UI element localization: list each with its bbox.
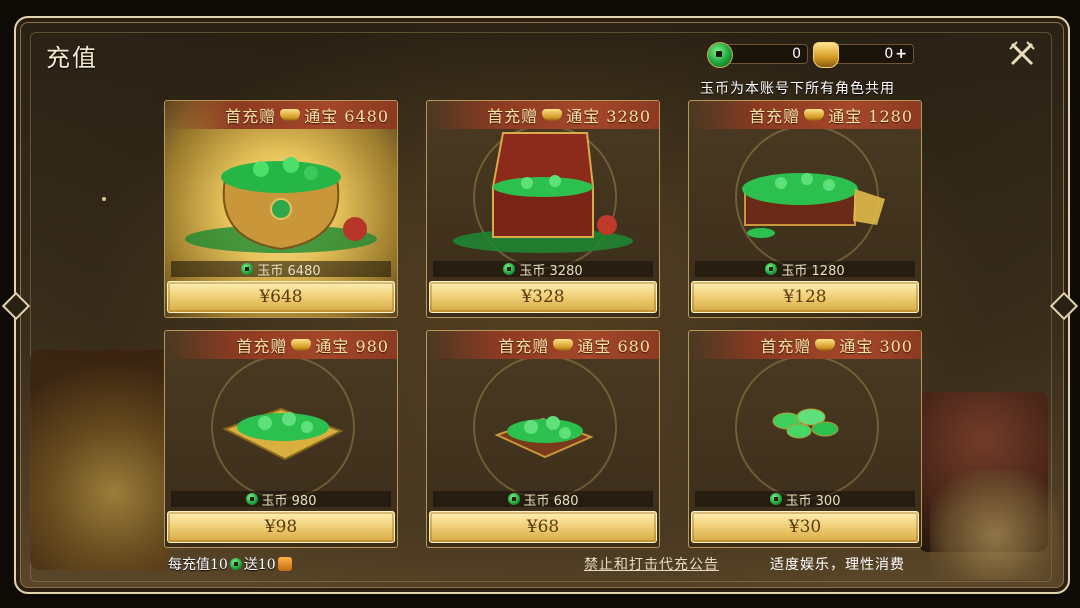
healthy-gaming-advice: 适度娱乐，理性消费 — [770, 557, 905, 573]
first-recharge-banner: 首充赠 通宝 6480 — [165, 101, 397, 129]
bonus-amount: 通宝 3280 — [566, 107, 651, 126]
jade-amount: 玉币 1280 — [695, 261, 915, 279]
ingot-icon — [280, 109, 301, 121]
ingot-icon — [542, 109, 563, 121]
window-title: 充值 — [46, 44, 98, 72]
promo-text-a: 每充值10 — [168, 557, 228, 573]
jade-coin-icon — [229, 558, 242, 570]
ingot-balance-value: 0 — [884, 46, 894, 62]
jade-coin-icon — [707, 42, 733, 68]
jade-coin-icon — [507, 493, 520, 505]
package-card-3280[interactable]: 首充赠 通宝 3280 玉币 3280 ¥328 — [426, 100, 660, 318]
first-recharge-banner: 首充赠 通宝 300 — [689, 331, 921, 359]
recharge-promo: 每充值10 送10 — [168, 554, 292, 574]
sparkle-dot — [102, 197, 106, 201]
ingot-icon — [815, 339, 836, 351]
jade-coin-icon — [245, 493, 258, 505]
buy-button-68[interactable]: ¥68 — [429, 511, 657, 543]
add-ingot-button[interactable]: + — [895, 46, 907, 62]
bonus-amount: 通宝 980 — [315, 337, 389, 356]
bonus-prefix: 首充赠 — [760, 337, 812, 356]
bonus-amount: 通宝 680 — [577, 337, 651, 356]
bonus-prefix: 首充赠 — [749, 107, 801, 126]
ingot-icon — [553, 339, 574, 351]
buy-button-128[interactable]: ¥128 — [691, 281, 919, 313]
background-treasure-chest-left — [30, 350, 170, 570]
jade-coin-icon — [503, 263, 516, 275]
first-recharge-banner: 首充赠 通宝 3280 — [427, 101, 659, 129]
buy-button-98[interactable]: ¥98 — [167, 511, 395, 543]
first-recharge-banner: 首充赠 通宝 1280 — [689, 101, 921, 129]
jade-amount: 玉币 3280 — [433, 261, 653, 279]
jade-coin-icon — [765, 263, 778, 275]
gold-ingot-icon — [813, 42, 839, 68]
treasure-chest-image — [453, 132, 633, 253]
coin-box-image — [742, 173, 885, 238]
jade-balance-value: 0 — [792, 46, 801, 62]
ingot-balance[interactable]: 0 + — [813, 42, 914, 68]
few-coins-image — [772, 408, 839, 439]
jade-balance: 0 — [707, 42, 808, 68]
jade-amount: 玉币 980 — [171, 491, 391, 509]
jade-amount: 玉币 680 — [433, 491, 653, 509]
bonus-amount: 通宝 300 — [839, 337, 913, 356]
jade-pot-image — [185, 157, 377, 253]
package-card-6480[interactable]: 首充赠 通宝 6480 玉币 6480 ¥648 — [164, 100, 398, 318]
bonus-prefix: 首充赠 — [498, 337, 550, 356]
ingot-icon — [804, 109, 825, 121]
buy-button-328[interactable]: ¥328 — [429, 281, 657, 313]
jade-amount: 玉币 6480 — [171, 261, 391, 279]
coin-tray-image — [494, 416, 594, 459]
ingot-icon — [291, 339, 312, 351]
bonus-prefix: 首充赠 — [236, 337, 288, 356]
background-coins-right — [930, 470, 1060, 580]
package-card-300[interactable]: 首充赠 通宝 300 玉币 300 ¥30 — [688, 330, 922, 548]
bonus-amount: 通宝 6480 — [304, 107, 389, 126]
buy-button-648[interactable]: ¥648 — [167, 281, 395, 313]
bonus-prefix: 首充赠 — [225, 107, 277, 126]
promo-text-b: 送10 — [243, 557, 276, 573]
first-recharge-banner: 首充赠 通宝 980 — [165, 331, 397, 359]
package-card-680[interactable]: 首充赠 通宝 680 玉币 680 ¥68 — [426, 330, 660, 548]
anti-proxy-recharge-notice-link[interactable]: 禁止和打击代充公告 — [584, 554, 719, 574]
gift-icon — [277, 557, 292, 571]
close-icon[interactable] — [1008, 40, 1036, 68]
bonus-prefix: 首充赠 — [487, 107, 539, 126]
jade-coin-icon — [241, 263, 254, 275]
buy-button-30[interactable]: ¥30 — [691, 511, 919, 543]
first-recharge-banner: 首充赠 通宝 680 — [427, 331, 659, 359]
shared-currency-note: 玉币为本账号下所有角色共用 — [700, 81, 895, 97]
jade-coin-icon — [769, 493, 782, 505]
package-card-980[interactable]: 首充赠 通宝 980 玉币 980 ¥98 — [164, 330, 398, 548]
bonus-amount: 通宝 1280 — [828, 107, 913, 126]
package-card-1280[interactable]: 首充赠 通宝 1280 玉币 1280 ¥128 — [688, 100, 922, 318]
coin-cloth-image — [222, 407, 344, 461]
jade-amount: 玉币 300 — [695, 491, 915, 509]
